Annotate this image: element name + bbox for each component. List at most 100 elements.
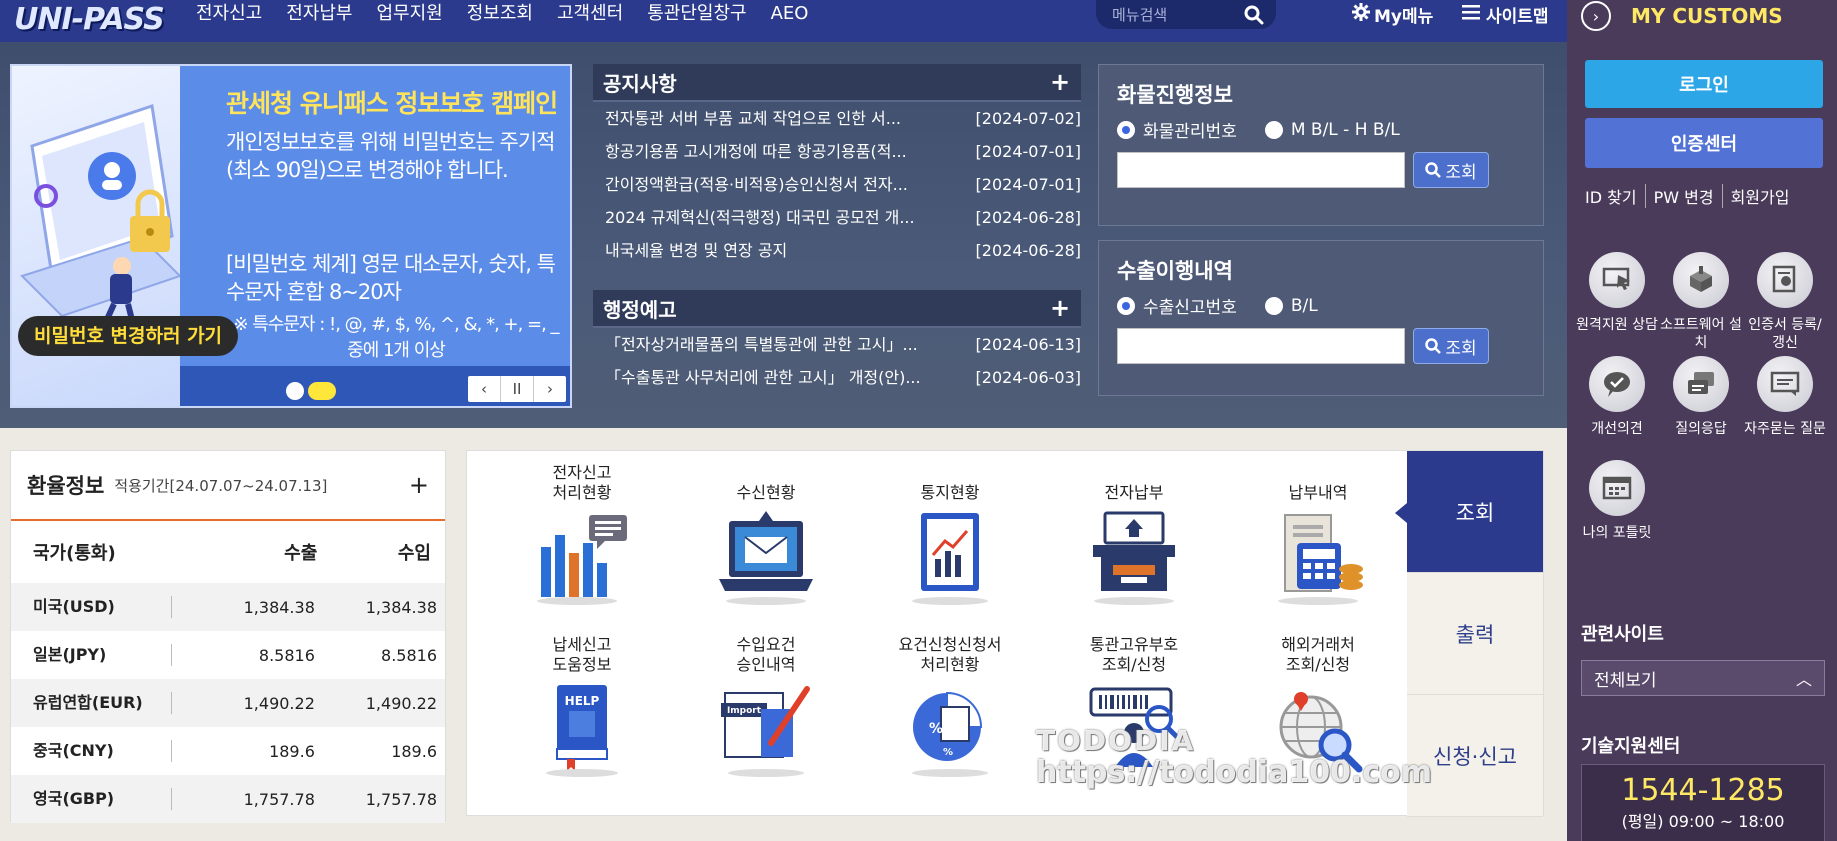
slide-indicators [286,382,336,400]
signup-link[interactable]: 회원가입 [1721,184,1798,208]
svg-text:%: % [943,747,953,758]
slide-dot-2[interactable] [308,382,336,400]
menu-search-box [1096,0,1276,29]
notice-item[interactable]: 항공기용품 고시개정에 따른 항공기용품(적... [2024-07-01] [593,135,1081,168]
chevron-right-icon[interactable]: › [1581,1,1611,31]
menu-e-declaration[interactable]: 전자신고 [196,0,274,36]
service-customs-id[interactable]: 통관고유부호 조회/신청 [1059,631,1209,783]
clipboard-chart-icon [912,513,988,605]
exchange-rate-more-button[interactable]: + [409,471,429,499]
quick-qna[interactable]: 질의응답 [1659,356,1743,438]
slide-controls: ‹ II › [468,376,566,402]
related-sites-select[interactable]: 전체보기 ︿ [1581,660,1825,696]
next-slide-button[interactable]: › [534,376,566,402]
unipass-logo[interactable]: UNI-PASS [14,2,165,37]
radio-unselected-icon [1264,120,1283,139]
quick-feedback[interactable]: 개선의견 [1575,356,1659,438]
quick-certificate[interactable]: 인증서 등록/갱신 [1743,252,1827,352]
find-id-link[interactable]: ID 찾기 [1585,184,1645,208]
tech-support-title: 기술지원센터 [1581,736,1681,757]
notice-item-date: [2024-07-01] [975,175,1081,194]
slide-dot-1[interactable] [286,382,304,400]
quick-software-install[interactable]: 소프트웨어 설치 [1659,252,1743,352]
menu-info-lookup[interactable]: 정보조회 [467,0,545,36]
service-notice-status[interactable]: 통지현황 [875,459,1025,611]
cargo-option-mgmt-no[interactable]: 화물관리번호 [1117,117,1237,142]
table-row: 영국(GBP) 1,757.78 1,757.78 [11,775,445,823]
sitemap-button[interactable]: 사이트맵 [1462,2,1549,27]
quick-remote-support[interactable]: 원격지원 상담 [1575,252,1659,334]
admin-notice-item[interactable]: 「전자상거래물품의 특별통관에 관한 고시」... [2024-06-13] [593,328,1081,361]
export-option-declaration-no[interactable]: 수출신고번호 [1117,293,1237,318]
notice-item[interactable]: 내국세율 변경 및 연장 공지 [2024-06-28] [593,234,1081,267]
notice-item-date: [2024-06-28] [975,208,1081,227]
export-search-button[interactable]: 조회 [1413,328,1489,364]
cert-center-button[interactable]: 인증센터 [1585,118,1823,168]
service-receive-status[interactable]: 수신현황 [691,459,841,611]
notice-item[interactable]: 간이정액환급(적용·비적용)승인신청서 전자... [2024-07-01] [593,168,1081,201]
global-menu: 전자신고 전자납부 업무지원 정보조회 고객센터 통관단일창구 AEO [196,0,832,36]
tab-lookup[interactable]: 조회 [1395,451,1543,573]
export-number-input[interactable] [1117,328,1405,364]
faq-icon [1757,356,1813,412]
campaign-banner[interactable]: 관세청 유니패스 정보보호 캠페인 개인정보보호를 위해 비밀번호는 주기적(최… [10,64,572,408]
sitemap-label: 사이트맵 [1486,7,1549,27]
my-menu-button[interactable]: My메뉴 [1352,2,1433,27]
table-row: 일본(JPY) 8.5816 8.5816 [33,644,437,666]
service-e-declaration-status[interactable]: 전자신고 처리현황 [507,459,657,611]
hero-section: 관세청 유니패스 정보보호 캠페인 개인정보보호를 위해 비밀번호는 주기적(최… [0,42,1567,428]
search-icon [1425,162,1442,178]
menu-work-support[interactable]: 업무지원 [377,0,455,36]
import-document-icon: Import [721,686,810,777]
service-requirement-application[interactable]: 요건신청신청서 처리현황 % % [875,631,1025,783]
service-payment-history[interactable]: 납부내역 [1243,459,1393,611]
feedback-icon [1589,356,1645,412]
prev-slide-button[interactable]: ‹ [468,376,501,402]
cargo-number-input[interactable] [1117,152,1405,188]
admin-notice-item[interactable]: 「수출통관 사무처리에 관한 고시」 개정(안)... [2024-06-03] [593,361,1081,394]
notice-item-title: 2024 규제혁신(적극행정) 대국민 공모전 개... [605,208,915,227]
cargo-option-bl[interactable]: M B/L - H B/L [1264,117,1400,142]
notice-item[interactable]: 2024 규제혁신(적극행정) 대국민 공모전 개... [2024-06-28… [593,201,1081,234]
menu-customer-center[interactable]: 고객센터 [557,0,635,36]
notice-more-button[interactable]: + [1049,68,1071,96]
service-import-requirement[interactable]: 수입요건 승인내역 Import [691,631,841,783]
menu-search-input[interactable] [1112,5,1242,24]
menu-aeo[interactable]: AEO [771,0,821,36]
account-links: ID 찾기 PW 변경 회원가입 [1585,184,1825,208]
cargo-tracking-panel: 화물진행정보 화물관리번호 M B/L - H B/L 조회 [1098,64,1544,226]
quick-faq[interactable]: 자주묻는 질문 [1743,356,1827,438]
login-button[interactable]: 로그인 [1585,60,1823,108]
menu-single-window[interactable]: 통관단일창구 [647,0,758,36]
service-grid: 전자신고 처리현황 수신현황 통지현황 전자납부 납부내역 납세신고 도움정보 … [507,451,1427,817]
menu-e-payment[interactable]: 전자납부 [286,0,364,36]
tab-apply-declare[interactable]: 신청·신고 [1407,695,1543,817]
radio-selected-icon [1117,120,1135,139]
service-tabs: 조회 출력 신청·신고 [1395,451,1543,817]
admin-notice-more-button[interactable]: + [1049,294,1071,322]
admin-notice-item-title: 「수출통관 사무처리에 관한 고시」 개정(안)... [605,368,921,387]
change-password-button[interactable]: 비밀번호 변경하러 가기 [18,316,239,356]
export-type-options: 수출신고번호 B/L [1117,293,1525,318]
gear-icon [1352,3,1370,26]
tab-print[interactable]: 출력 [1407,573,1543,695]
change-pw-link[interactable]: PW 변경 [1644,184,1722,208]
quick-my-portlet[interactable]: 나의 포틀릿 [1575,460,1659,542]
exchange-rate-rows: 미국(USD) 1,384.38 1,384.38 일본(JPY) 8.5816… [11,583,445,823]
atm-icon [1093,511,1175,605]
notice-item[interactable]: 전자통관 서버 부품 교체 작업으로 인한 서... [2024-07-02] [593,102,1081,135]
column-country: 국가(통화) [33,543,116,564]
software-install-icon [1673,252,1729,308]
notice-item-date: [2024-06-28] [975,241,1081,260]
svg-text:%: % [929,721,943,737]
service-tax-help[interactable]: 납세신고 도움정보 HELP [507,631,657,783]
service-overseas-partner[interactable]: 해외거래처 조회/신청 [1243,631,1393,783]
service-e-payment[interactable]: 전자납부 [1059,459,1209,611]
export-option-bl[interactable]: B/L [1264,293,1318,318]
cargo-search-button[interactable]: 조회 [1413,152,1489,188]
exchange-rate-columns: 국가(통화) 수출 수입 [11,521,445,583]
search-icon[interactable] [1242,3,1266,27]
pause-slide-button[interactable]: II [501,376,534,402]
globe-search-icon [1279,692,1363,773]
banner-text-password-cycle: 개인정보보호를 위해 비밀번호는 주기적(최소 90일)으로 변경해야 합니다. [226,130,555,182]
